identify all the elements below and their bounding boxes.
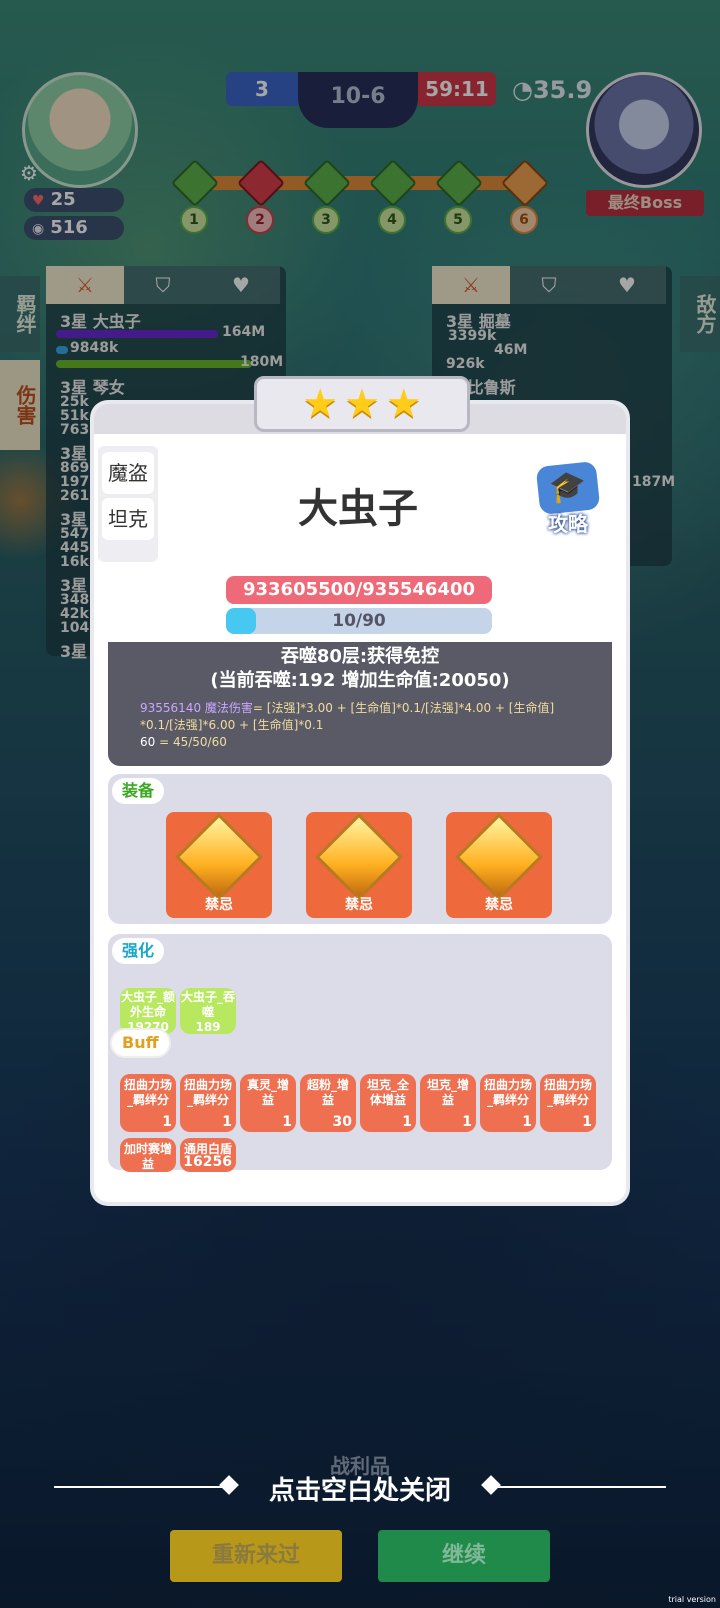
skill-info-box: 吞噬80层:获得免控 (当前吞噬:192 增加生命值:20050) 935561… [108, 642, 612, 766]
equipment-name: 禁忌 [345, 897, 373, 913]
buff-text: 真灵_增益 [246, 1078, 289, 1107]
class-tag-thief[interactable]: 魔盗 [102, 452, 154, 494]
equipment-slot[interactable]: 禁忌 [446, 812, 552, 918]
hero-exp-bar: 10/90 [226, 608, 492, 634]
buff-item[interactable]: 坦克_增益 1 [420, 1074, 476, 1132]
guide-button[interactable]: 🎓 攻略 [535, 460, 601, 536]
formula-line2: *0.1/[法强]*6.00 + [生命值]*0.1 [140, 718, 324, 732]
crystal-icon [315, 813, 403, 901]
star-icon: ★ [344, 381, 380, 427]
exp-text: 10/90 [332, 611, 386, 631]
buff-item[interactable]: 扭曲力场_羁绊分 1 [480, 1074, 536, 1132]
buff-item[interactable]: 扭曲力场_羁绊分 1 [120, 1074, 176, 1132]
buff-text: 加时赛增益 [123, 1142, 172, 1171]
crystal-icon [455, 813, 543, 901]
trial-watermark: trial version [668, 1595, 716, 1604]
formula-line3-head: 60 [140, 735, 156, 749]
equipment-name: 禁忌 [485, 897, 513, 913]
buff-text: 坦克_增益 [426, 1078, 469, 1107]
enhance-item[interactable]: 大虫子_额外生命 19270 [120, 988, 176, 1034]
equipment-name: 禁忌 [205, 897, 233, 913]
buff-value: 1 [582, 1114, 592, 1130]
close-hint-text[interactable]: 点击空白处关闭 [0, 1470, 720, 1507]
equipment-slot[interactable]: 禁忌 [306, 812, 412, 918]
buff-text: 坦克_全体增益 [366, 1078, 409, 1107]
skill-line-2: (当前吞噬:192 增加生命值:20050) [210, 670, 510, 691]
buff-item[interactable]: 超粉_增益 30 [300, 1074, 356, 1132]
equipment-slot[interactable]: 禁忌 [166, 812, 272, 918]
formula-line3-tail: = 45/50/60 [155, 735, 227, 749]
class-tag-tank[interactable]: 坦克 [102, 498, 154, 540]
continue-button[interactable]: 继续 [378, 1530, 550, 1582]
buff-item[interactable]: 通用白盾 16256 [180, 1138, 236, 1172]
buff-label: Buff [112, 1030, 169, 1056]
buff-text: 扭曲力场_羁绊分 [543, 1078, 592, 1107]
equipment-label: 装备 [112, 778, 165, 804]
buff-text: 扭曲力场_羁绊分 [483, 1078, 532, 1107]
skill-line-1: 吞噬80层:获得免控 [280, 646, 440, 667]
retry-button[interactable]: 重新来过 [170, 1530, 342, 1582]
formula-value: 93556140 魔法伤害 [140, 701, 253, 715]
star-rating: ★ ★ ★ [254, 376, 470, 432]
buff-text: 扭曲力场_羁绊分 [123, 1078, 172, 1107]
buff-value: 1 [522, 1114, 532, 1130]
buff-value: 1 [162, 1114, 172, 1130]
buff-text: 扭曲力场_羁绊分 [183, 1078, 232, 1107]
buff-value: 16256 [183, 1154, 232, 1170]
buff-value: 1 [282, 1114, 292, 1130]
enhance-item[interactable]: 大虫子_吞噬 189 [180, 988, 236, 1034]
buff-item[interactable]: 真灵_增益 1 [240, 1074, 296, 1132]
hero-name: 大虫子 [298, 486, 418, 532]
hero-hp-bar: 933605500/935546400 [226, 576, 492, 604]
buff-item[interactable]: 加时赛增益 [120, 1138, 176, 1172]
enhance-text: 大虫子_吞噬 [180, 990, 235, 1019]
buff-item[interactable]: 扭曲力场_羁绊分 1 [540, 1074, 596, 1132]
crystal-icon [175, 813, 263, 901]
enhance-value: 189 [195, 1020, 221, 1034]
formula-expr: = [法强]*3.00 + [生命值]*0.1/[法强]*4.00 + [生命值… [252, 701, 555, 715]
graduation-cap-icon: 🎓 [535, 460, 601, 516]
enhance-buff-section [108, 934, 612, 1170]
buff-text: 超粉_增益 [306, 1078, 349, 1107]
star-icon: ★ [385, 381, 422, 427]
class-tags: 魔盗 坦克 [98, 446, 158, 562]
buff-value: 1 [462, 1114, 472, 1130]
enhance-label: 强化 [112, 938, 165, 964]
buff-value: 30 [332, 1114, 352, 1130]
buff-value: 1 [222, 1114, 232, 1130]
damage-formula: 93556140 魔法伤害= [法强]*3.00 + [生命值]*0.1/[法强… [140, 700, 596, 751]
buff-item[interactable]: 扭曲力场_羁绊分 1 [180, 1074, 236, 1132]
enhance-text: 大虫子_额外生命 [120, 990, 175, 1019]
buff-item[interactable]: 坦克_全体增益 1 [360, 1074, 416, 1132]
guide-label: 攻略 [548, 512, 588, 536]
buff-value: 1 [402, 1114, 412, 1130]
star-icon: ★ [302, 381, 339, 427]
